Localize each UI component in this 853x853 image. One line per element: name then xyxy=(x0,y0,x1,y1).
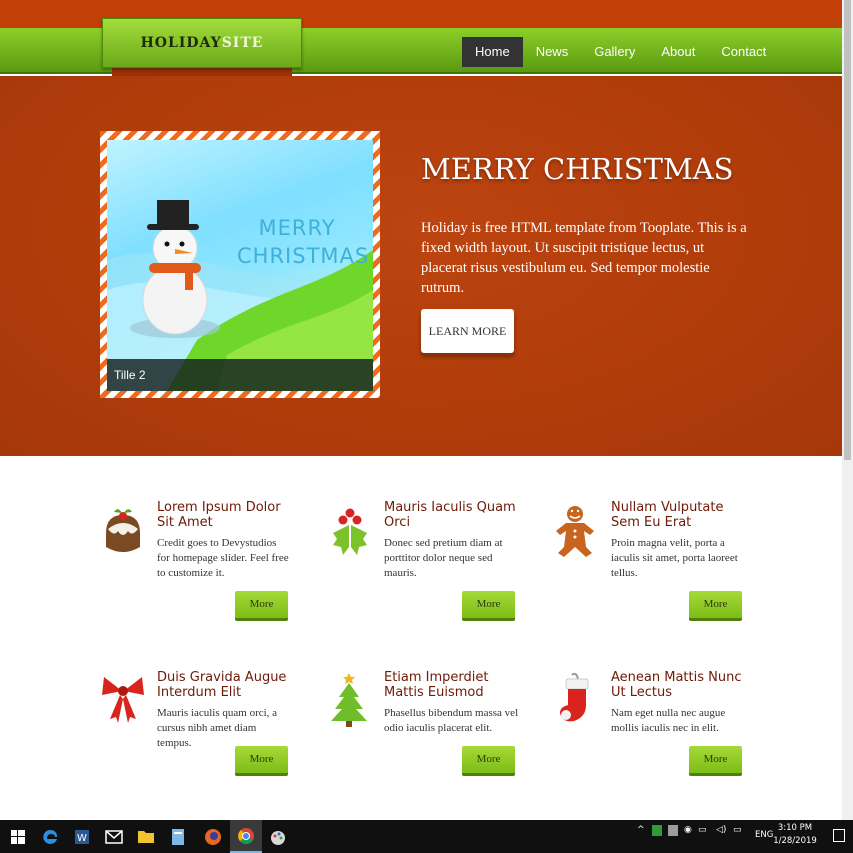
feature-text: Phasellus bibendum massa vel odio iaculi… xyxy=(384,707,519,734)
file-explorer-taskbar-button[interactable] xyxy=(130,820,162,853)
more-button[interactable]: More xyxy=(235,591,288,618)
edge-browser-icon xyxy=(43,829,57,844)
edge-taskbar-button[interactable] xyxy=(34,820,66,853)
logo-text-holiday: HOLIDAY xyxy=(140,35,222,51)
slide-text-line2: CHRISTMAS xyxy=(237,244,370,268)
hero-description: Holiday is free HTML template from Toopl… xyxy=(421,220,747,296)
start-button[interactable] xyxy=(2,820,34,853)
nav-item-news[interactable]: News xyxy=(523,37,582,67)
site-logo[interactable]: HOLIDAY SITE xyxy=(102,18,302,68)
svg-text:W: W xyxy=(77,833,87,844)
snowman-image xyxy=(142,200,208,335)
logo-text-site: SITE xyxy=(221,35,264,51)
more-button[interactable]: More xyxy=(235,746,288,773)
clock-time: 3:10 PM xyxy=(777,823,813,833)
battery-icon[interactable]: ▭ xyxy=(733,825,742,835)
christmas-tree-icon xyxy=(331,673,367,727)
windows-logo-icon xyxy=(11,829,25,844)
slide-greeting-text: MERRY CHRISTMAS xyxy=(237,214,370,270)
gingerbread-icon xyxy=(556,506,594,557)
nav-item-home[interactable]: Home xyxy=(462,37,523,67)
action-center-icon[interactable] xyxy=(833,829,845,842)
feature-title: Lorem Ipsum Dolor Sit Amet xyxy=(157,500,281,530)
tray-square-icon[interactable] xyxy=(668,825,678,836)
more-button[interactable]: More xyxy=(689,591,742,618)
feature-title: Aenean Mattis Nunc Ut Lectus xyxy=(611,670,742,700)
paint-taskbar-button[interactable] xyxy=(262,820,294,853)
logo-ribbon xyxy=(112,68,292,76)
feature-title: Duis Gravida Augue Interdum Elit xyxy=(157,670,287,700)
feature-text: Donec sed pretium diam at porttitor dolo… xyxy=(384,537,503,579)
show-hidden-icons-button[interactable]: ^ xyxy=(637,825,645,835)
hero-slider[interactable]: MERRY CHRISTMAS Tille 2 xyxy=(107,140,373,391)
paint-icon xyxy=(271,830,285,845)
pudding-icon xyxy=(106,509,140,552)
feature-card: Lorem Ipsum Dolor Sit Amet Credit goes t… xyxy=(102,500,302,633)
nav-item-contact[interactable]: Contact xyxy=(708,37,779,67)
clock-date: 1/28/2019 xyxy=(773,836,817,846)
slide-text-line1: MERRY xyxy=(258,216,336,240)
feature-card: Etiam Imperdiet Mattis Euismod Phasellus… xyxy=(329,670,529,803)
system-clock[interactable]: 3:10 PM 1/28/2019 xyxy=(765,822,825,848)
nav-menu: Home News Gallery About Contact xyxy=(462,37,779,67)
feature-card: Aenean Mattis Nunc Ut Lectus Nam eget nu… xyxy=(556,670,756,803)
hero-title: MERRY CHRISTMAS xyxy=(421,152,734,186)
nav-item-gallery[interactable]: Gallery xyxy=(581,37,648,67)
word-taskbar-button[interactable]: W xyxy=(66,820,98,853)
scrollbar-thumb[interactable] xyxy=(844,0,851,460)
feature-text: Proin magna velit, porta a iaculis sit a… xyxy=(611,537,738,579)
tray-sync-icon[interactable]: ◉ xyxy=(684,825,692,835)
tray-app-icon[interactable] xyxy=(652,825,662,836)
feature-title: Nullam Vulputate Sem Eu Erat xyxy=(611,500,724,530)
nav-item-about[interactable]: About xyxy=(648,37,708,67)
feature-title: Mauris Iaculis Quam Orci xyxy=(384,500,516,530)
more-button[interactable]: More xyxy=(462,591,515,618)
notes-taskbar-button[interactable] xyxy=(162,820,194,853)
volume-icon[interactable]: ◁) xyxy=(716,825,726,835)
chrome-icon xyxy=(238,827,254,844)
stocking-icon xyxy=(560,673,589,722)
feature-text: Nam eget nulla nec augue mollis iaculis … xyxy=(611,707,726,734)
firefox-icon xyxy=(205,828,221,845)
firefox-taskbar-button[interactable] xyxy=(197,820,229,853)
feature-title: Etiam Imperdiet Mattis Euismod xyxy=(384,670,489,700)
chrome-taskbar-button[interactable] xyxy=(230,820,262,853)
more-button[interactable]: More xyxy=(462,746,515,773)
folder-icon xyxy=(138,831,154,843)
ribbon-bow-icon xyxy=(102,677,144,723)
holly-icon xyxy=(333,508,367,555)
notes-app-icon xyxy=(172,828,184,845)
feature-card: Mauris Iaculis Quam Orci Donec sed preti… xyxy=(329,500,529,633)
more-button[interactable]: More xyxy=(689,746,742,773)
feature-card: Nullam Vulputate Sem Eu Erat Proin magna… xyxy=(556,500,756,633)
feature-text: Mauris iaculis quam orci, a cursus nibh … xyxy=(157,707,278,749)
network-icon[interactable]: ▭ xyxy=(698,825,707,835)
word-icon: W xyxy=(75,829,89,844)
mail-taskbar-button[interactable] xyxy=(98,820,130,853)
feature-text: Credit goes to Devystudios for homepage … xyxy=(157,537,289,579)
feature-card: Duis Gravida Augue Interdum Elit Mauris … xyxy=(102,670,302,803)
slide-caption: Tille 2 xyxy=(107,359,373,391)
mail-icon xyxy=(105,829,123,844)
learn-more-button[interactable]: LEARN MORE xyxy=(421,309,514,353)
